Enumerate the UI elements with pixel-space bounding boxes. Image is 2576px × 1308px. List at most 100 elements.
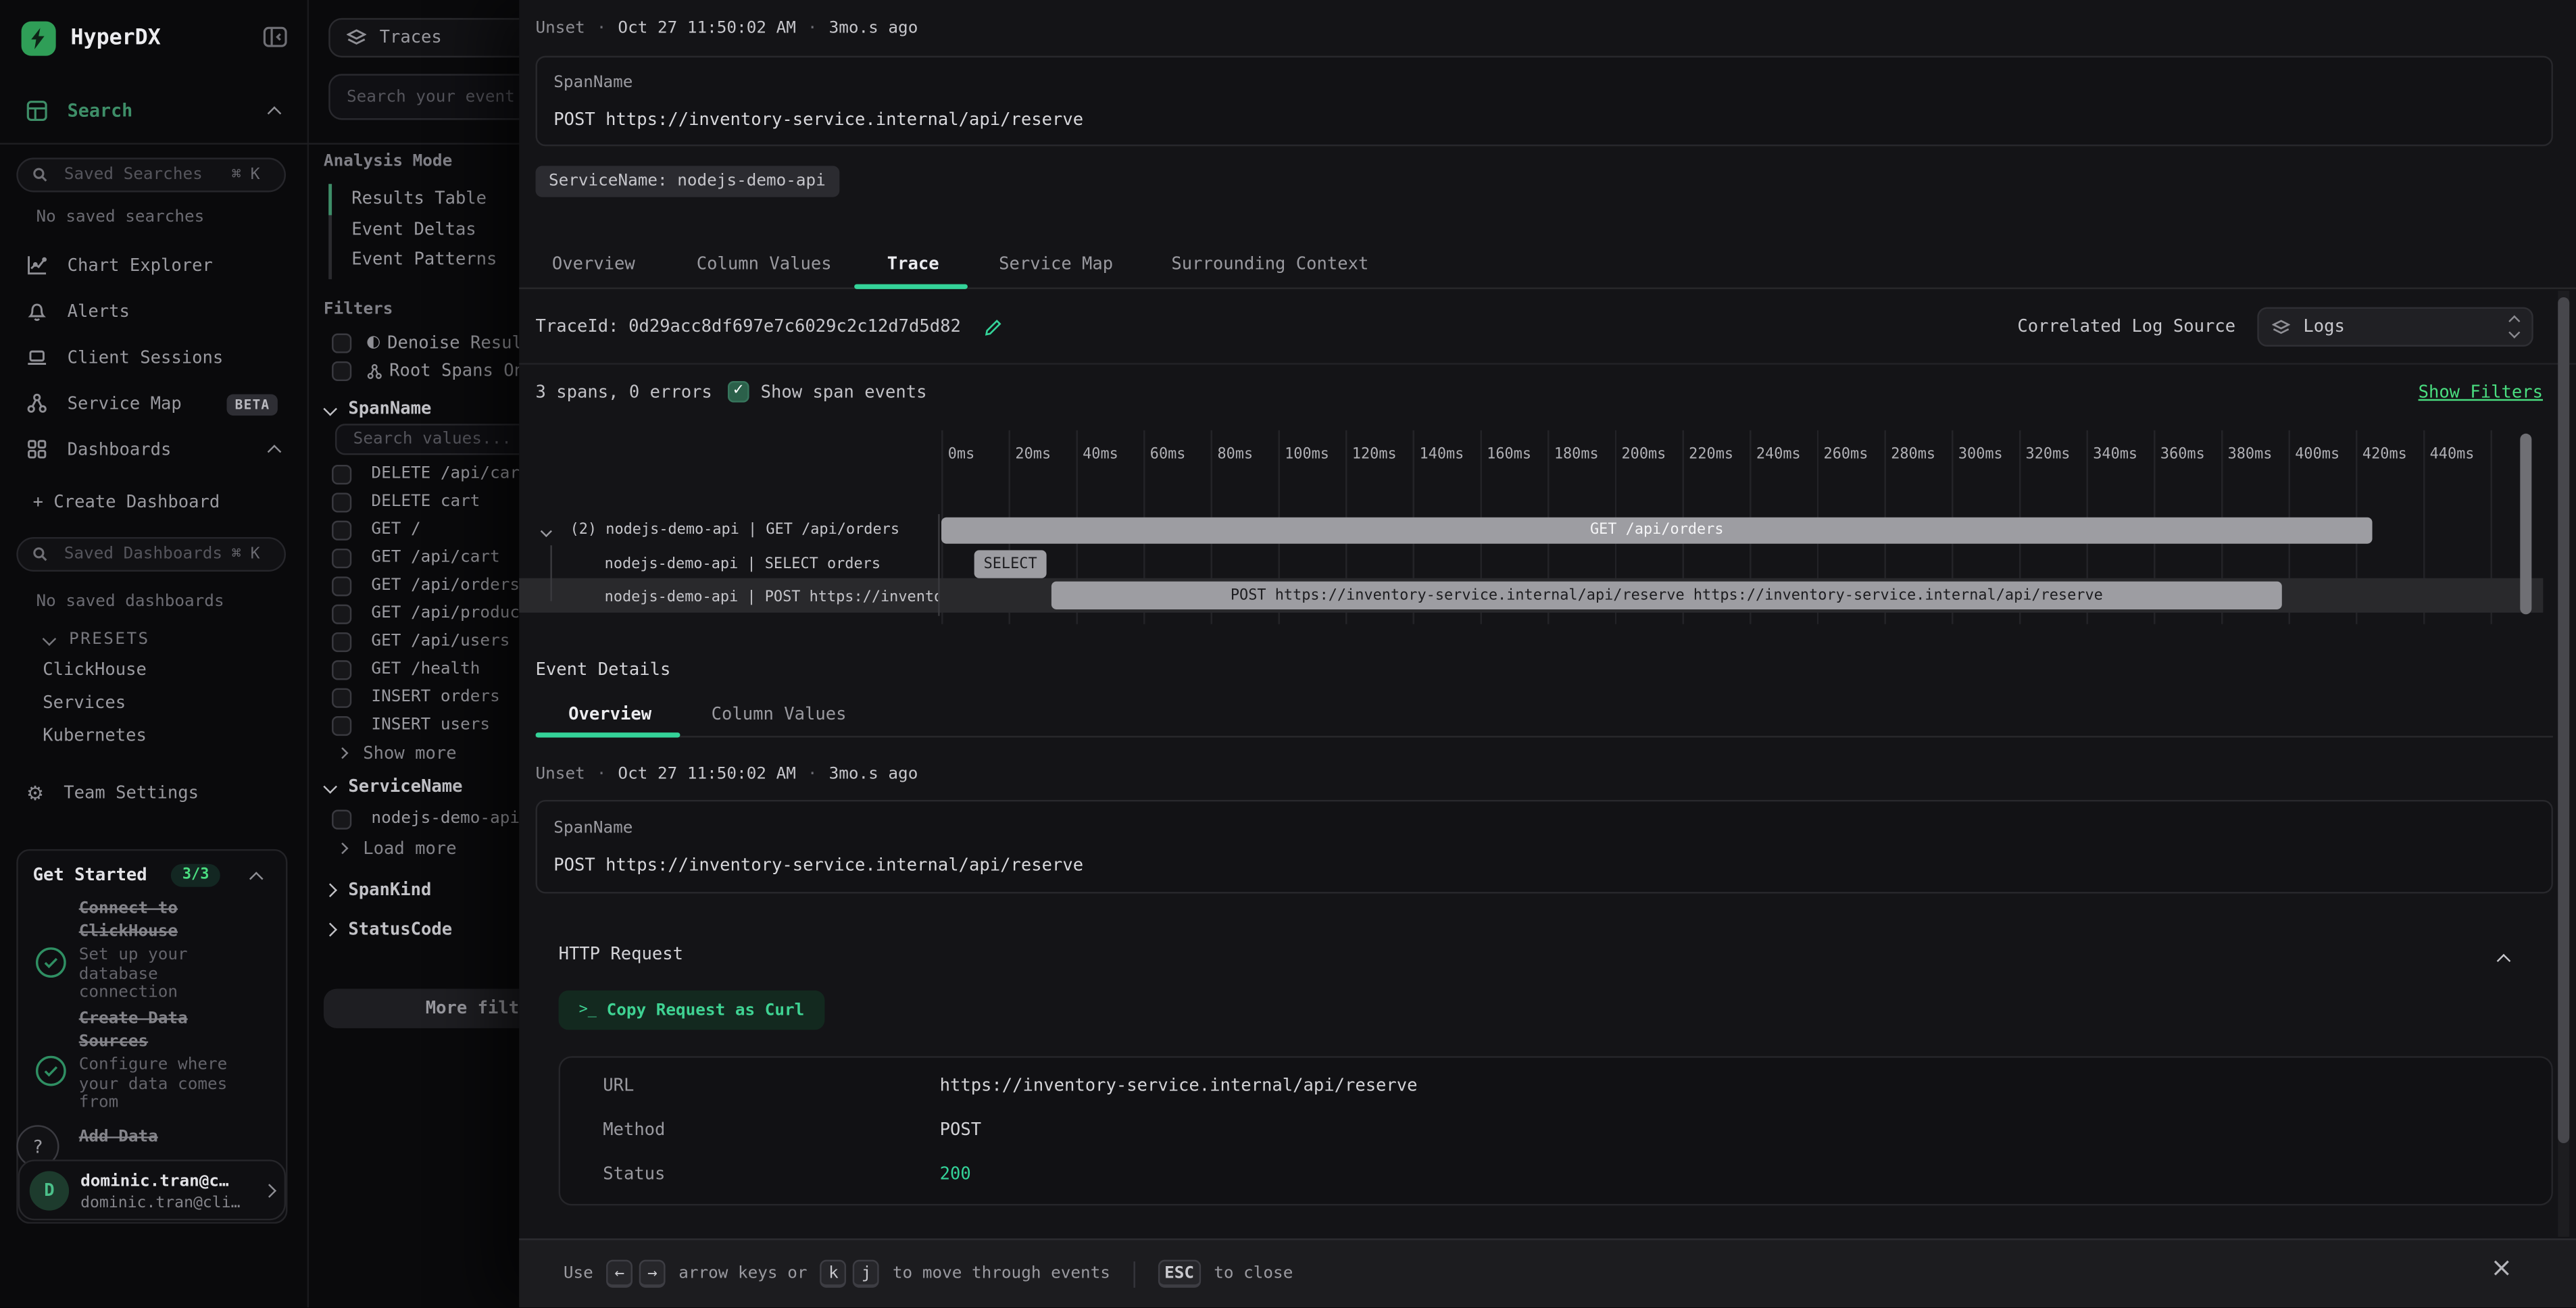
tab-service-map[interactable]: Service Map <box>999 255 1113 274</box>
get-started-item-title[interactable]: Add Data <box>79 1128 263 1147</box>
filter-value-row[interactable]: DELETE cart <box>332 491 480 513</box>
denoise-checkbox[interactable] <box>332 332 351 352</box>
span-bar-post-reserve[interactable]: POST https://inventory-service.internal/… <box>1051 582 2282 609</box>
load-more-button[interactable]: Load more <box>339 838 457 859</box>
value-checkbox[interactable] <box>332 659 351 679</box>
sidebar-collapse-icon[interactable] <box>263 26 287 48</box>
value-checkbox[interactable] <box>332 632 351 651</box>
user-email: dominic.tran@cli… <box>80 1194 240 1212</box>
value-checkbox[interactable] <box>332 576 351 595</box>
denoise-label: Denoise Results <box>387 332 519 352</box>
http-row-value[interactable]: https://inventory-service.internal/api/r… <box>940 1076 1418 1095</box>
sidebar-item-team-settings[interactable]: ⚙ Team Settings <box>26 780 199 805</box>
spanname-search-input[interactable] <box>335 424 519 455</box>
http-status-value[interactable]: 200 <box>940 1165 971 1184</box>
filter-value-row[interactable]: nodejs-demo-api <box>332 808 519 830</box>
sidebar-item-chart-explorer[interactable]: Chart Explorer <box>26 253 213 277</box>
preset-kubernetes[interactable]: Kubernetes <box>43 726 147 746</box>
span-bar-label: SELECT <box>984 556 1037 572</box>
more-filters-button[interactable]: More filters <box>324 989 519 1028</box>
filter-group-spankind[interactable]: SpanKind <box>325 879 431 901</box>
span-bar-get-orders[interactable]: GET /api/orders <box>941 518 2372 544</box>
filter-value-row[interactable]: INSERT orders <box>332 686 500 708</box>
filter-value-row[interactable]: INSERT users <box>332 715 490 736</box>
value-checkbox[interactable] <box>332 520 351 539</box>
filter-value-label: GET /health <box>371 660 480 678</box>
filter-value-row[interactable]: GET /api/cart <box>332 547 500 569</box>
ed-relative-time: 3mo.s ago <box>829 765 918 783</box>
filter-group-servicename[interactable]: ServiceName <box>325 775 462 797</box>
value-checkbox[interactable] <box>332 809 351 828</box>
axis-tick: 400ms <box>2295 447 2339 463</box>
axis-tick: 240ms <box>1756 447 1801 463</box>
preset-clickhouse[interactable]: ClickHouse <box>43 660 147 680</box>
sidebar-item-alerts[interactable]: Alerts <box>26 299 130 323</box>
filter-value-row[interactable]: GET /api/users <box>332 631 510 653</box>
chevron-up-icon[interactable] <box>268 445 282 459</box>
filter-value-label: GET /api/orders <box>371 576 519 595</box>
show-span-events-label[interactable]: Show span events <box>761 382 927 402</box>
analysis-mode-event-patterns[interactable]: Event Patterns <box>351 250 497 270</box>
filter-group-spanname[interactable]: SpanName <box>325 397 431 419</box>
preset-services[interactable]: Services <box>43 693 126 713</box>
root-spans-checkbox[interactable] <box>332 361 351 380</box>
sidebar-item-dashboards[interactable]: Dashboards <box>26 437 171 461</box>
sidebar-item-service-map[interactable]: Service Map <box>26 391 182 416</box>
tab-column-values[interactable]: Column Values <box>697 255 832 274</box>
user-menu[interactable]: D dominic.tran@c… dominic.tran@cli… <box>18 1159 286 1220</box>
get-started-item-title[interactable]: Create Data Sources <box>79 1009 263 1053</box>
span-row-label[interactable]: (2) nodejs-demo-api | GET /api/orders <box>542 521 899 540</box>
filter-value-row[interactable]: GET /api/products <box>332 603 519 624</box>
separator: · <box>808 765 818 783</box>
source-selector-button[interactable]: Traces <box>328 18 519 57</box>
filter-group-statuscode[interactable]: StatusCode <box>325 918 452 940</box>
filter-value-label: INSERT orders <box>371 688 499 707</box>
trace-detail-panel: Unset · Oct 27 11:50:02 AM · 3mo.s ago S… <box>519 0 2576 1307</box>
tab-ed-column-values[interactable]: Column Values <box>712 705 847 724</box>
tab-trace[interactable]: Trace <box>887 255 939 274</box>
log-source-select[interactable]: Logs <box>2257 307 2533 347</box>
value-checkbox[interactable] <box>332 464 351 484</box>
service-tag[interactable]: ServiceName: nodejs-demo-api <box>536 166 839 197</box>
presets-header[interactable]: PRESETS <box>45 629 150 649</box>
chevron-up-icon[interactable] <box>268 106 282 120</box>
tab-overview[interactable]: Overview <box>552 255 635 274</box>
value-checkbox[interactable] <box>332 603 351 623</box>
create-dashboard-button[interactable]: + Create Dashboard <box>33 493 220 512</box>
close-icon[interactable]: × <box>2491 1255 2513 1281</box>
event-search-input[interactable] <box>328 74 519 120</box>
filter-value-row[interactable]: GET /api/orders <box>332 575 519 597</box>
sidebar-item-client-sessions[interactable]: Client Sessions <box>26 345 223 370</box>
collapse-section-icon[interactable] <box>2497 954 2511 968</box>
get-started-item-title[interactable]: Connect to ClickHouse <box>79 899 263 943</box>
show-filters-link[interactable]: Show Filters <box>2419 382 2543 402</box>
panel-scrollbar-thumb[interactable] <box>2558 297 2569 1143</box>
tab-surrounding-context[interactable]: Surrounding Context <box>1171 255 1368 274</box>
value-checkbox[interactable] <box>332 715 351 735</box>
waterfall-scrollbar[interactable] <box>2520 434 2531 614</box>
value-checkbox[interactable] <box>332 548 351 568</box>
event-relative-time: 3mo.s ago <box>829 19 918 37</box>
analysis-mode-results-table[interactable]: Results Table <box>351 189 487 209</box>
edit-pencil-icon[interactable] <box>984 318 1002 336</box>
span-bar-select-orders[interactable]: SELECT <box>974 550 1047 578</box>
analysis-mode-event-deltas[interactable]: Event Deltas <box>351 220 476 240</box>
show-more-button[interactable]: Show more <box>339 743 457 764</box>
terminal-icon: >_ <box>579 1002 597 1018</box>
filter-root-spans-row[interactable]: Root Spans Only <box>332 359 519 381</box>
span-row-label[interactable]: nodejs-demo-api | POST https://inventory… <box>605 586 939 606</box>
filter-value-row[interactable]: DELETE /api/cart <box>332 463 519 485</box>
sidebar-item-search[interactable]: Search <box>26 97 132 123</box>
filter-value-label: GET / <box>371 521 420 539</box>
chevron-right-icon <box>262 1184 276 1198</box>
tab-ed-overview[interactable]: Overview <box>568 705 651 724</box>
filter-denoise-row[interactable]: ◐ Denoise Results <box>332 332 519 353</box>
http-row-value[interactable]: POST <box>940 1120 981 1140</box>
value-checkbox[interactable] <box>332 687 351 707</box>
filter-value-row[interactable]: GET /health <box>332 659 480 680</box>
filter-value-row[interactable]: GET / <box>332 519 421 540</box>
value-checkbox[interactable] <box>332 492 351 511</box>
copy-curl-button[interactable]: >_ Copy Request as Curl <box>559 990 825 1030</box>
span-row-label[interactable]: nodejs-demo-api | SELECT orders <box>605 553 939 573</box>
show-span-events-checkbox[interactable]: ✓ <box>728 381 749 403</box>
